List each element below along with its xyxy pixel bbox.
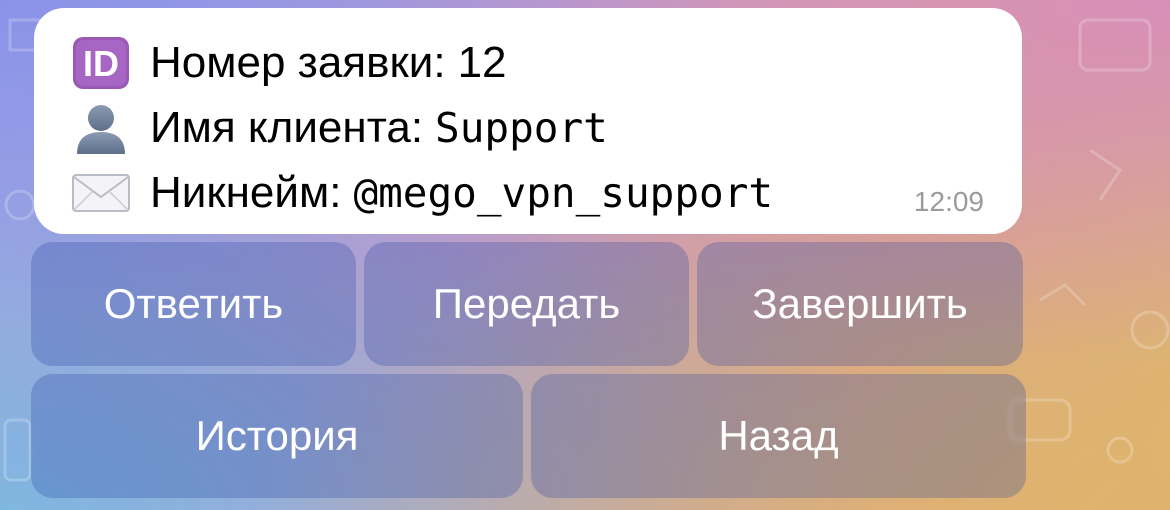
- id-icon: ID: [70, 35, 132, 91]
- finish-button[interactable]: Завершить: [697, 242, 1023, 366]
- client-name-label: Имя клиента:: [150, 103, 424, 152]
- ticket-number-label: Номер заявки:: [150, 38, 446, 87]
- client-name-line: Имя клиента: Support: [70, 98, 608, 158]
- message-time: 12:09: [913, 186, 984, 217]
- ticket-number-value: 12: [457, 38, 507, 87]
- reply-button[interactable]: Ответить: [31, 242, 356, 366]
- transfer-button[interactable]: Передать: [364, 242, 689, 366]
- envelope-icon: [70, 165, 132, 221]
- history-button[interactable]: История: [31, 374, 523, 498]
- nickname-value[interactable]: @mego_vpn_support: [353, 169, 773, 217]
- svg-text:ID: ID: [83, 43, 119, 84]
- nickname-label: Никнейм:: [150, 168, 342, 217]
- user-silhouette-icon: [70, 100, 132, 156]
- nickname-line: Никнейм: @mego_vpn_support: [70, 163, 773, 223]
- client-name-value: Support: [435, 104, 608, 152]
- ticket-number-line: ID Номер заявки: 12: [70, 33, 507, 93]
- back-button[interactable]: Назад: [531, 374, 1026, 498]
- message-bubble: ID Номер заявки: 12 Имя клиента: Support: [34, 8, 1022, 234]
